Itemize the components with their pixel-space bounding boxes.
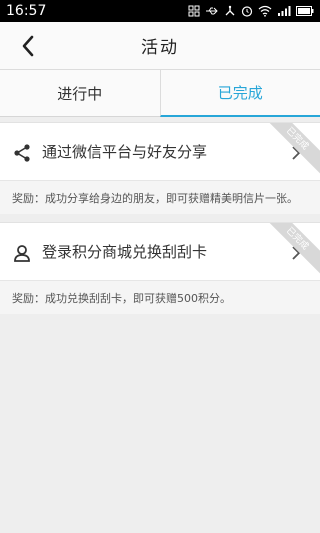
chevron-left-icon xyxy=(22,35,34,57)
grid-icon xyxy=(188,5,200,17)
activity-title: 通过微信平台与好友分享 xyxy=(42,143,208,161)
status-icons xyxy=(188,5,314,17)
alarm-icon xyxy=(241,5,253,17)
back-button[interactable] xyxy=(14,32,42,60)
share-icon xyxy=(14,144,30,162)
page-title: 活动 xyxy=(141,38,179,58)
tab-bar: 进行中 已完成 xyxy=(0,69,320,117)
user-icon xyxy=(14,245,30,262)
signal-icon xyxy=(277,5,291,17)
activity-card-header[interactable]: 通过微信平台与好友分享 已完成 xyxy=(0,123,320,181)
usb-icon xyxy=(205,5,219,17)
tab-completed[interactable]: 已完成 xyxy=(159,70,320,117)
activity-card[interactable]: 登录积分商城兑换刮刮卡 已完成 奖励：成功兑换刮刮卡，即可获赠500积分。 xyxy=(0,222,320,314)
activity-title: 登录积分商城兑换刮刮卡 xyxy=(42,243,208,261)
app-header: 活动 xyxy=(0,22,320,69)
activity-card-header[interactable]: 登录积分商城兑换刮刮卡 已完成 xyxy=(0,223,320,281)
status-bar: 16:57 xyxy=(0,0,320,22)
battery-icon xyxy=(296,5,314,17)
activity-reward: 奖励：成功分享给身边的朋友，即可获赠精美明信片一张。 xyxy=(0,181,320,214)
wifi-icon xyxy=(258,5,272,17)
activity-card[interactable]: 通过微信平台与好友分享 已完成 奖励：成功分享给身边的朋友，即可获赠精美明信片一… xyxy=(0,122,320,214)
tab-in-progress[interactable]: 进行中 xyxy=(0,70,160,117)
debug-icon xyxy=(224,5,236,17)
status-time: 16:57 xyxy=(6,3,47,19)
activity-reward: 奖励：成功兑换刮刮卡，即可获赠500积分。 xyxy=(0,281,320,314)
